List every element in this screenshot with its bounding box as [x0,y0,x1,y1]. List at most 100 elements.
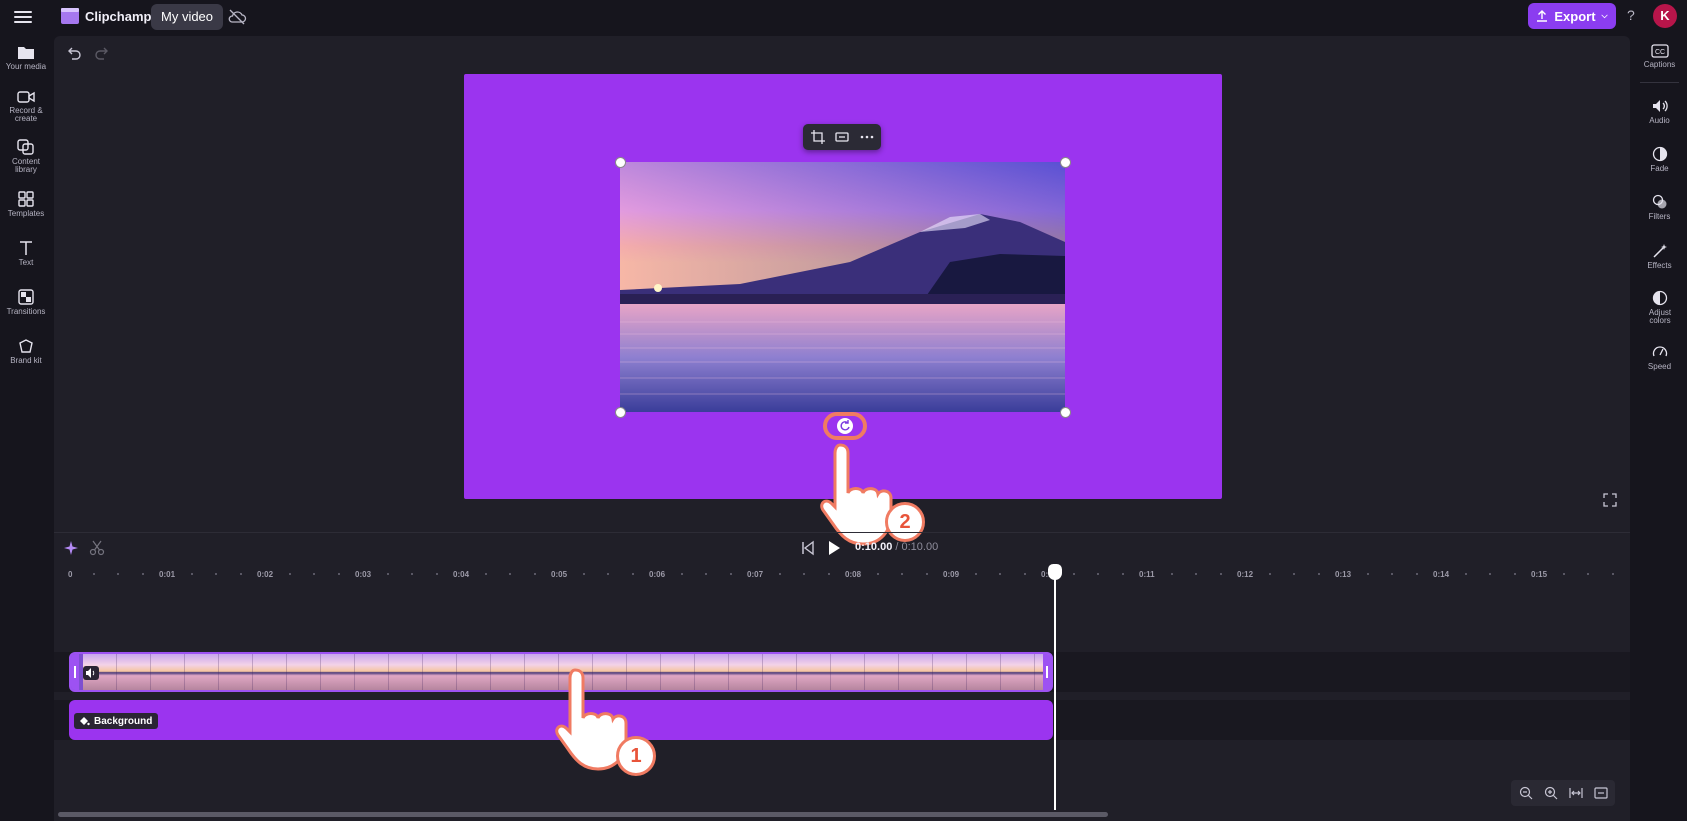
effects-wand-icon [1652,244,1667,258]
sidebar-item-text[interactable]: Text [0,240,52,267]
ruler-tick-mark [1513,573,1516,575]
ruler-tick-mark [215,573,217,575]
ruler-tick-label: 0 [68,570,73,579]
sidebar-item-adjust-colors[interactable]: Adjust colors [1632,290,1687,325]
sidebar-item-label: Audio [1649,116,1670,125]
upload-icon [1537,10,1548,22]
sidebar-item-captions[interactable]: CC Captions [1632,44,1687,69]
clip-frame-thumbnail [661,654,695,690]
resize-handle-bottom-left[interactable] [615,407,626,418]
floating-toolbar [803,124,881,150]
svg-text:CC: CC [1655,49,1665,56]
clip-frame-thumbnail [355,654,389,690]
clip-frame-thumbnail [117,654,151,690]
right-sidebar: CC Captions Audio Fade Filters Effects A… [1632,36,1687,821]
timeline-view-icon[interactable] [1594,786,1608,800]
more-options-icon[interactable] [860,130,874,144]
ruler-tick-mark [999,573,1001,575]
playhead-line[interactable] [1054,566,1056,810]
clipchamp-logo-icon [60,6,80,26]
avatar[interactable]: K [1653,4,1677,28]
sidebar-item-transitions[interactable]: Transitions [0,289,52,316]
clip-frame-thumbnail [219,654,253,690]
clip-frame-thumbnail [457,654,491,690]
timeline-scrollbar[interactable] [58,812,1108,817]
sidebar-item-fade[interactable]: Fade [1632,146,1687,173]
skip-back-icon[interactable] [800,540,816,556]
cloud-off-icon[interactable] [227,8,247,26]
left-sidebar: Your media Record & create Content libra… [0,36,52,821]
sidebar-item-audio[interactable]: Audio [1632,98,1687,125]
zoom-out-icon[interactable] [1519,786,1533,800]
resize-handle-top-left[interactable] [615,157,626,168]
sidebar-item-content-library[interactable]: Content library [0,139,52,174]
ruler-tick-mark [288,573,291,575]
clip-frame-thumbnail [933,654,967,690]
contrast-icon [1652,290,1667,306]
speaker-icon [1652,100,1668,112]
volume-icon[interactable] [83,666,99,680]
paint-bucket-icon [80,717,90,726]
ruler-tick-mark [1391,573,1393,575]
ruler-tick-mark [778,573,781,575]
sidebar-item-templates[interactable]: Templates [0,191,52,218]
ruler-tick-label: 0:08 [845,570,862,579]
playhead-handle[interactable] [1048,564,1062,580]
redo-icon[interactable] [94,45,110,61]
split-scissors-icon[interactable] [89,540,105,556]
resize-handle-bottom-right[interactable] [1060,407,1071,418]
ruler-tick-mark [141,573,144,575]
clip-frame-thumbnail [287,654,321,690]
ruler-tick-label: 0:13 [1335,570,1352,579]
ruler-tick-mark [1464,573,1467,575]
undo-icon[interactable] [66,45,82,61]
fit-icon[interactable] [835,130,849,144]
trim-handle-left[interactable] [71,654,79,690]
fade-icon [1652,146,1667,162]
clip-frame-thumbnail [525,654,559,690]
ruler-tick-mark [974,573,977,575]
sidebar-item-label: Filters [1648,212,1671,221]
sidebar-item-filters[interactable]: Filters [1632,194,1687,221]
ruler-tick-mark [1268,573,1271,575]
video-preview-image[interactable] [620,162,1065,412]
clip-frame-thumbnail [423,654,457,690]
sidebar-item-your-media[interactable]: Your media [0,44,52,71]
ruler-tick-mark [1587,573,1589,575]
magic-wand-icon[interactable] [63,540,79,556]
trim-handle-right[interactable] [1043,654,1051,690]
sidebar-item-effects[interactable]: Effects [1632,243,1687,270]
ruler-tick-label: 0:02 [257,570,274,579]
ruler-tick-mark [901,573,903,575]
ruler-tick-mark [876,573,879,575]
sidebar-item-label: Transitions [6,307,46,316]
top-bar: Clipchamp My video Export ⌵ ? K [0,0,1687,36]
sidebar-item-record-create[interactable]: Record & create [0,90,52,123]
crop-icon[interactable] [811,130,825,144]
project-title[interactable]: My video [151,4,224,30]
ruler-tick-label: 0:04 [453,570,470,579]
sidebar-item-label: Brand kit [10,356,42,365]
sidebar-item-label: Speed [1647,362,1672,371]
sidebar-item-speed[interactable]: Speed [1632,344,1687,371]
ruler-tick-mark [631,573,634,575]
sidebar-item-label: Captions [1643,60,1676,69]
fit-to-width-icon[interactable] [1569,786,1583,800]
ruler-tick-mark [239,573,242,575]
zoom-in-icon[interactable] [1544,786,1558,800]
ruler-tick-mark [1170,573,1173,575]
menu-icon[interactable] [14,8,32,26]
clip-frame-thumbnail [321,654,355,690]
sidebar-item-brand-kit[interactable]: Brand kit [0,338,52,365]
export-button[interactable]: Export ⌵ [1528,3,1616,29]
clip-frame-thumbnail [729,654,763,690]
play-icon[interactable] [826,540,842,556]
sidebar-item-label: Content library [11,157,41,174]
fullscreen-icon[interactable] [1603,493,1617,507]
rotate-handle[interactable] [837,418,853,434]
ruler-tick-mark [484,573,487,575]
clip-frame-thumbnail [695,654,729,690]
help-button[interactable]: ? [1627,7,1635,23]
resize-handle-top-right[interactable] [1060,157,1071,168]
clip-frame-thumbnail [389,654,423,690]
